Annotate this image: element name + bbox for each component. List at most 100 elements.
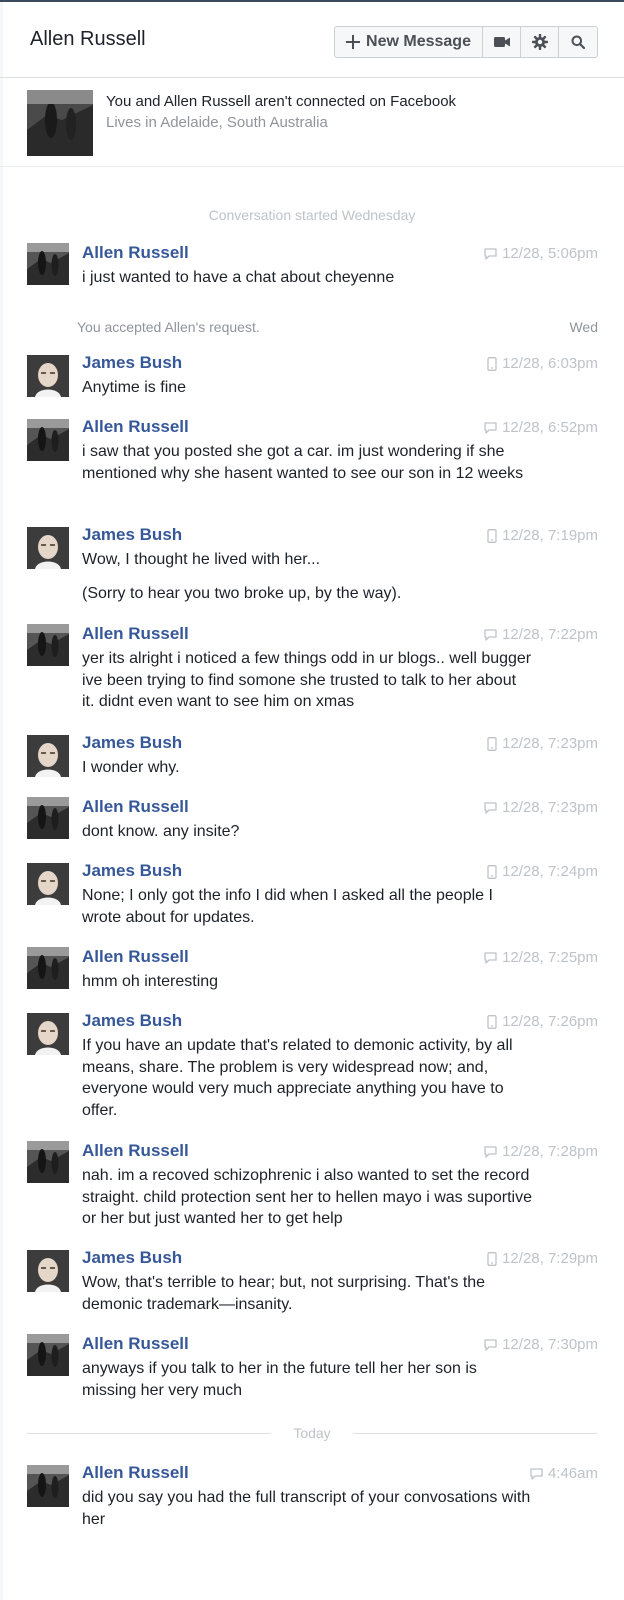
message-body: did you say you had the full transcript … <box>82 1487 532 1530</box>
accepted-request-day: Wed <box>569 319 598 335</box>
chat-bubble-icon <box>484 951 497 964</box>
timestamp-text: 12/28, 7:28pm <box>502 1143 598 1160</box>
avatar[interactable] <box>27 863 69 905</box>
timestamp-text: 12/28, 7:24pm <box>502 863 598 880</box>
message-text: i saw that you posted she got a car. im … <box>82 443 524 482</box>
avatar[interactable] <box>27 1334 69 1376</box>
avatar[interactable] <box>27 797 69 839</box>
avatar[interactable] <box>27 243 69 285</box>
message-body: anyways if you talk to her in the future… <box>82 1358 532 1401</box>
sender-name[interactable]: Allen Russell <box>82 1334 189 1354</box>
message-body: Wow, that's terrible to hear; but, not s… <box>82 1272 532 1315</box>
sender-name[interactable]: James Bush <box>82 1248 182 1268</box>
message-text: Wow, I thought he lived with her... <box>82 551 321 568</box>
avatar[interactable] <box>27 735 69 777</box>
message-timestamp: 12/28, 7:19pm <box>487 527 598 544</box>
message-text: None; I only got the info I did when I a… <box>82 887 493 926</box>
avatar[interactable] <box>27 1141 69 1183</box>
chat-bubble-icon <box>484 421 497 434</box>
timestamp-text: 12/28, 6:52pm <box>502 419 598 436</box>
message-body: I wonder why. <box>82 757 532 779</box>
avatar[interactable] <box>27 947 69 989</box>
mobile-icon <box>487 528 497 543</box>
timestamp-text: 12/28, 7:23pm <box>502 799 598 816</box>
timestamp-text: 12/28, 7:26pm <box>502 1013 598 1030</box>
timestamp-text: 12/28, 6:03pm <box>502 355 598 372</box>
message-timestamp: 12/28, 7:22pm <box>484 626 598 643</box>
new-message-button[interactable]: New Message <box>335 27 483 57</box>
message-text: hmm oh interesting <box>82 973 219 990</box>
profile-photo[interactable] <box>27 90 93 156</box>
search-icon <box>571 35 585 49</box>
message-timestamp: 12/28, 6:52pm <box>484 419 598 436</box>
gear-icon <box>531 34 548 50</box>
message-body: hmm oh interesting <box>82 971 532 993</box>
avatar[interactable] <box>27 419 69 461</box>
message-text: dont know. any insite? <box>82 823 240 840</box>
message-body: dont know. any insite? <box>82 821 532 843</box>
message-text: Anytime is fine <box>82 379 187 396</box>
header-toolbar: New Message <box>334 26 598 58</box>
message-timestamp: 12/28, 5:06pm <box>484 245 598 262</box>
message-body: Wow, I thought he lived with her... (Sorr… <box>82 549 532 604</box>
message-body: Anytime is fine <box>82 377 532 399</box>
avatar[interactable] <box>27 355 69 397</box>
new-message-label: New Message <box>366 33 471 50</box>
sender-name[interactable]: James Bush <box>82 525 182 545</box>
timestamp-text: 12/28, 7:29pm <box>502 1250 598 1267</box>
settings-button[interactable] <box>521 27 559 57</box>
message-text: yer its alright i noticed a few things o… <box>82 650 532 710</box>
sender-name[interactable]: James Bush <box>82 1011 182 1031</box>
sender-name[interactable]: Allen Russell <box>82 624 189 644</box>
message-body: If you have an update that's related to … <box>82 1035 532 1121</box>
message-timestamp: 12/28, 6:03pm <box>487 355 598 372</box>
message-timestamp: 12/28, 7:23pm <box>487 735 598 752</box>
timestamp-text: 12/28, 7:30pm <box>502 1336 598 1353</box>
sender-name[interactable]: Allen Russell <box>82 1141 189 1161</box>
message-text: I wonder why. <box>82 759 180 776</box>
message-body: nah. im a recoved schizophrenic i also w… <box>82 1165 532 1230</box>
message-body: None; I only got the info I did when I a… <box>82 885 532 928</box>
message-timestamp: 4:46am <box>530 1465 598 1482</box>
video-call-button[interactable] <box>483 27 521 57</box>
avatar[interactable] <box>27 1013 69 1055</box>
message-text: Wow, that's terrible to hear; but, not s… <box>82 1274 486 1313</box>
sender-name[interactable]: Allen Russell <box>82 797 189 817</box>
timestamp-text: 12/28, 7:19pm <box>502 527 598 544</box>
chat-bubble-icon <box>484 1338 497 1351</box>
avatar[interactable] <box>27 527 69 569</box>
message-timestamp: 12/28, 7:24pm <box>487 863 598 880</box>
conversation-title: Allen Russell <box>30 28 146 50</box>
message-body: i saw that you posted she got a car. im … <box>82 441 532 484</box>
message-body: yer its alright i noticed a few things o… <box>82 648 532 713</box>
profile-context: You and Allen Russell aren't connected o… <box>0 79 624 167</box>
message-timestamp: 12/28, 7:29pm <box>487 1250 598 1267</box>
conversation-started: Conversation started Wednesday <box>208 207 416 223</box>
left-edge <box>0 2 3 1600</box>
chat-bubble-icon <box>484 801 497 814</box>
message-text: i just wanted to have a chat about cheye… <box>82 269 395 286</box>
message-timestamp: 12/28, 7:25pm <box>484 949 598 966</box>
sender-name[interactable]: James Bush <box>82 353 182 373</box>
chat-bubble-icon <box>530 1467 543 1480</box>
connection-status: You and Allen Russell aren't connected o… <box>106 93 457 110</box>
timestamp-text: 4:46am <box>547 1465 598 1482</box>
sender-name[interactable]: James Bush <box>82 861 182 881</box>
timestamp-text: 12/28, 7:23pm <box>502 735 598 752</box>
sender-name[interactable]: Allen Russell <box>82 243 189 263</box>
today-divider: Today <box>27 1425 597 1441</box>
avatar[interactable] <box>27 1250 69 1292</box>
sender-name[interactable]: Allen Russell <box>82 417 189 437</box>
mobile-icon <box>487 1014 497 1029</box>
message-text: If you have an update that's related to … <box>82 1037 513 1119</box>
sender-name[interactable]: Allen Russell <box>82 947 189 967</box>
chat-bubble-icon <box>484 247 497 260</box>
search-button[interactable] <box>559 27 597 57</box>
sender-name[interactable]: Allen Russell <box>82 1463 189 1483</box>
message-timestamp: 12/28, 7:28pm <box>484 1143 598 1160</box>
plus-icon <box>346 35 361 49</box>
timestamp-text: 12/28, 7:22pm <box>502 626 598 643</box>
avatar[interactable] <box>27 1465 69 1507</box>
avatar[interactable] <box>27 624 69 666</box>
sender-name[interactable]: James Bush <box>82 733 182 753</box>
